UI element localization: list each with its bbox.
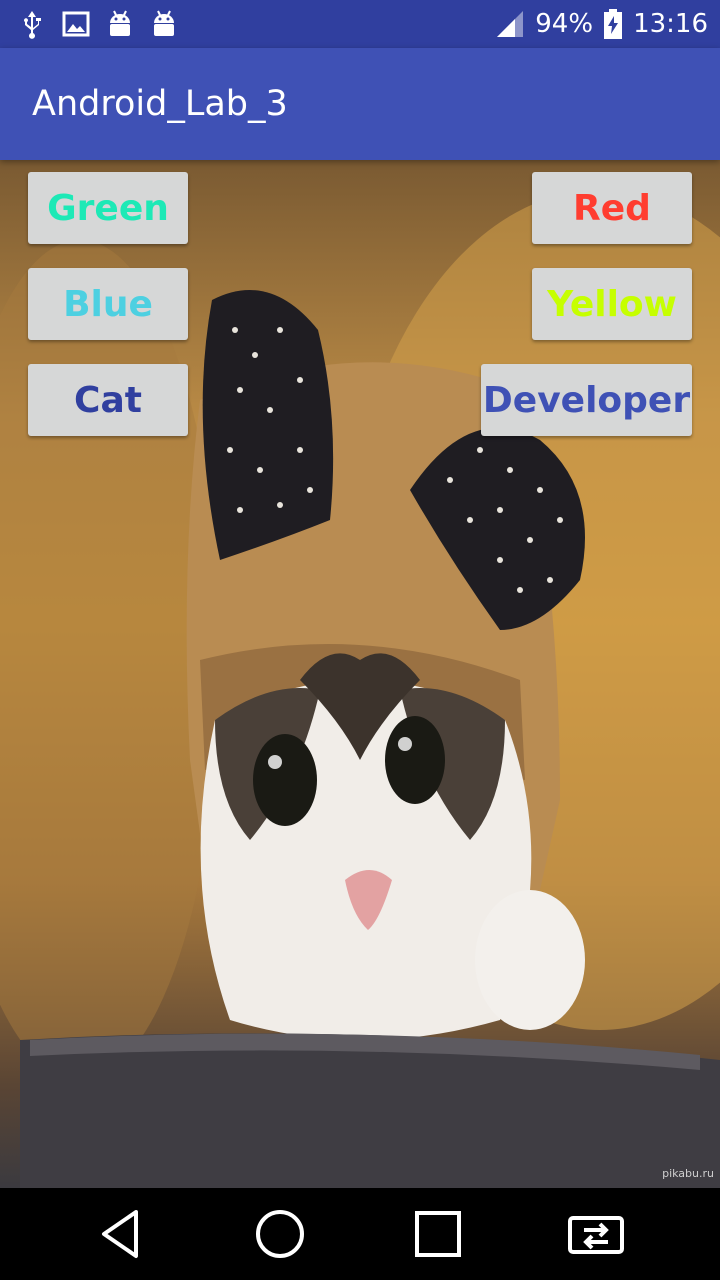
developer-button[interactable]: Developer xyxy=(481,364,692,436)
cat-button[interactable]: Cat xyxy=(28,364,188,436)
signal-icon xyxy=(497,11,524,37)
screen-switch-icon[interactable] xyxy=(566,1204,626,1264)
android-icon xyxy=(154,10,174,36)
blue-button[interactable]: Blue xyxy=(28,268,188,340)
battery-percent: 94% xyxy=(535,9,594,39)
watermark: pikabu.ru xyxy=(662,1167,714,1180)
battery-charging-icon xyxy=(604,9,623,39)
app-title: Android_Lab_3 xyxy=(32,84,288,124)
home-icon[interactable] xyxy=(250,1204,310,1264)
app-bar: Android_Lab_3 xyxy=(0,48,720,160)
developer-button-label: Developer xyxy=(482,379,691,421)
navigation-bar xyxy=(0,1188,720,1280)
yellow-button-label: Yellow xyxy=(547,283,677,325)
recents-icon[interactable] xyxy=(408,1204,468,1264)
clock: 13:16 xyxy=(633,9,708,39)
blue-button-label: Blue xyxy=(63,283,153,325)
green-button[interactable]: Green xyxy=(28,172,188,244)
back-icon[interactable] xyxy=(92,1204,152,1264)
status-bar: 94% 13:16 xyxy=(0,0,720,48)
android-icon xyxy=(110,10,130,36)
usb-icon xyxy=(24,11,41,39)
content-area: pikabu.ru Green Red Blue Yellow Cat Deve… xyxy=(0,160,720,1188)
red-button-label: Red xyxy=(573,187,651,229)
image-notification-icon xyxy=(62,11,90,37)
red-button[interactable]: Red xyxy=(532,172,692,244)
green-button-label: Green xyxy=(47,187,169,229)
yellow-button[interactable]: Yellow xyxy=(532,268,692,340)
cat-button-label: Cat xyxy=(74,379,142,421)
